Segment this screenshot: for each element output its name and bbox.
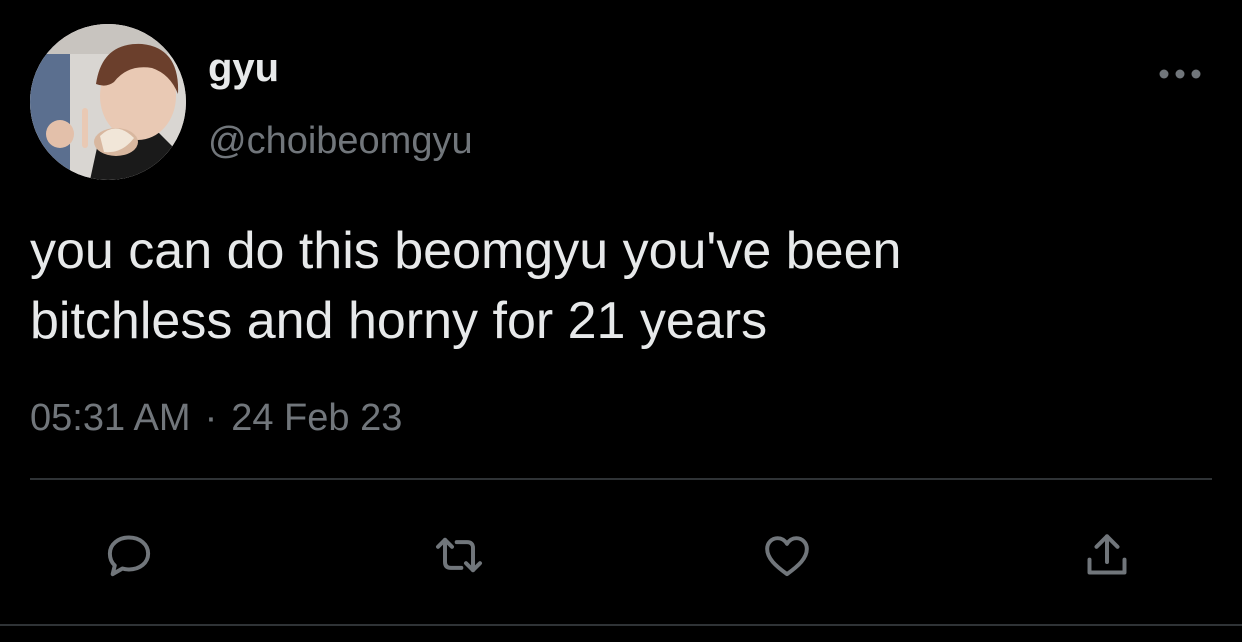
- retweet-icon[interactable]: [424, 520, 494, 590]
- tweet-timestamp[interactable]: 05:31 AM · 24 Feb 23: [30, 394, 402, 442]
- display-name[interactable]: gyu: [208, 44, 279, 92]
- avatar-photo: [30, 24, 186, 180]
- heart-icon[interactable]: [752, 520, 822, 590]
- tweet-time: 05:31 AM: [30, 397, 191, 439]
- divider: [30, 478, 1212, 480]
- tweet-actions: [0, 520, 1242, 590]
- tweet-text: you can do this beomgyu you've been bitc…: [30, 222, 902, 350]
- avatar[interactable]: [30, 24, 186, 180]
- more-horizontal-icon[interactable]: [1154, 56, 1206, 92]
- reply-bubble-icon[interactable]: [94, 520, 164, 590]
- bottom-divider: [0, 624, 1242, 626]
- share-upload-icon[interactable]: [1072, 520, 1142, 590]
- user-handle[interactable]: @choibeomgyu: [208, 118, 473, 164]
- tweet-date: 24 Feb 23: [231, 397, 403, 439]
- timestamp-separator: ·: [204, 397, 218, 439]
